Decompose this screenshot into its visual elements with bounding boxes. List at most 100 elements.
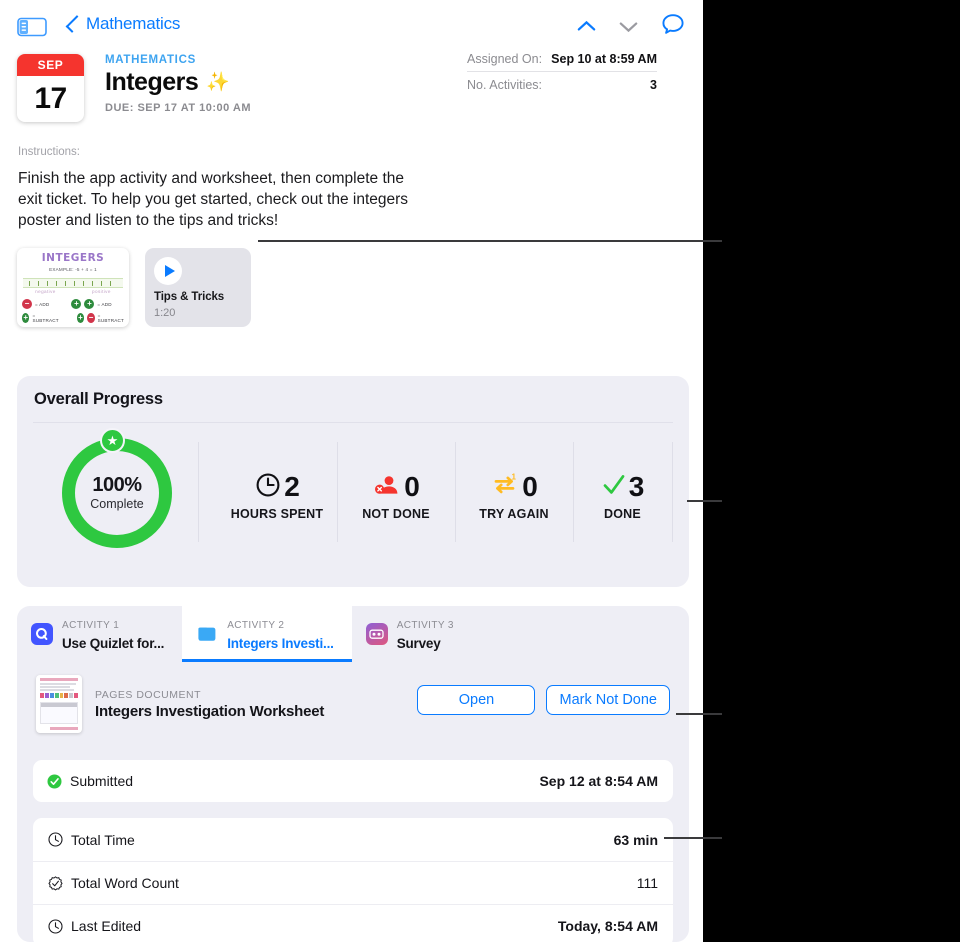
stat-value: 0 — [522, 471, 538, 502]
stat-label: NOT DONE — [362, 507, 430, 521]
tab-activity-3[interactable]: ACTIVITY 3 Survey — [352, 606, 472, 662]
stat-row-word-count: Total Word Count 111 — [33, 861, 673, 904]
poster-rule-text: = SUBTRACT — [97, 313, 124, 323]
stat-row-label: Total Time — [71, 831, 135, 848]
integers-poster-thumbnail[interactable]: INTEGERS EXAMPLE: -5 + 4 = 1 negative po… — [17, 248, 129, 327]
back-button-label: Mathematics — [86, 14, 181, 33]
submission-date: Sep 12 at 8:54 AM — [539, 773, 658, 789]
divider — [198, 442, 199, 542]
stat-label: DONE — [604, 507, 641, 521]
tab-activity-2[interactable]: ACTIVITY 2 Integers Investi... — [182, 606, 352, 662]
try-again-arrows-icon: 1 — [491, 472, 519, 503]
stat-row-value: 63 min — [613, 831, 658, 848]
checkmark-icon — [602, 472, 626, 503]
chevron-down-icon[interactable] — [619, 20, 638, 35]
stat-done: 3 DONE — [573, 471, 672, 521]
plus-chip-icon: + — [22, 313, 30, 323]
instructions-body: Finish the app activity and worksheet, t… — [18, 170, 409, 229]
chevron-up-icon[interactable] — [577, 20, 596, 35]
meta-value: 3 — [650, 78, 657, 92]
worksheet-thumbnail[interactable] — [36, 675, 82, 733]
stat-label: HOURS SPENT — [230, 507, 324, 521]
back-to-mathematics-button[interactable]: Mathematics — [65, 14, 181, 34]
poster-subheading: EXAMPLE: -5 + 4 = 1 — [49, 267, 97, 272]
due-date-badge: SEP 17 — [17, 54, 84, 122]
star-icon: ★ — [100, 428, 125, 453]
meta-key: No. Activities: — [467, 78, 543, 92]
callout-leader-line — [664, 837, 722, 839]
tab-label: Integers Investi... — [227, 636, 334, 651]
stat-not-done: 0 NOT DONE — [337, 471, 455, 521]
clock-icon — [48, 832, 63, 847]
poster-rule-text: = ADD — [35, 301, 50, 307]
clock-icon — [255, 472, 281, 503]
meta-row: Assigned On: Sep 10 at 8:59 AM — [467, 52, 657, 72]
poster-rule: + = SUBTRACT + − = SUBTRACT — [22, 311, 124, 325]
navbar-actions — [577, 13, 685, 41]
sparkles-icon: ✨ — [206, 72, 230, 93]
navigation-bar: Mathematics — [0, 0, 703, 47]
survey-app-icon — [365, 623, 388, 645]
screenshot-root: Mathematics SEP 17 MATHEMATICS Integers … — [0, 0, 960, 942]
tab-activity-1[interactable]: ACTIVITY 1 Use Quizlet for... — [17, 606, 182, 662]
plus-chip-icon: + — [76, 313, 85, 323]
comment-bubble-icon[interactable] — [661, 13, 685, 41]
submission-status-row: Submitted Sep 12 at 8:54 AM — [33, 760, 673, 802]
document-meta: PAGES DOCUMENT Integers Investigation Wo… — [95, 689, 324, 720]
poster-rules: − = ADD + + = ADD + = SUBTRACT + − = SUB… — [22, 297, 124, 325]
number-line-graphic — [23, 278, 123, 288]
stat-value: 0 — [404, 471, 420, 502]
open-button[interactable]: Open — [417, 685, 536, 715]
assignment-detail-view: Mathematics SEP 17 MATHEMATICS Integers … — [0, 0, 703, 942]
mark-not-done-button[interactable]: Mark Not Done — [546, 685, 670, 715]
divider — [672, 442, 673, 542]
callout-leader-line — [258, 240, 722, 242]
poster-rule-text: = ADD — [97, 301, 112, 307]
activity-stats-list: Total Time 63 min Total Word Count 111 L… — [33, 818, 673, 942]
document-kind-label: PAGES DOCUMENT — [95, 688, 201, 701]
poster-rule: − = ADD + + = ADD — [22, 297, 124, 311]
tips-and-tricks-video[interactable]: Tips & Tricks 1:20 — [145, 248, 251, 327]
tab-label: Use Quizlet for... — [62, 636, 165, 651]
subject-label: MATHEMATICS — [105, 54, 196, 66]
progress-ring: 100% Complete ★ — [62, 428, 172, 548]
activity-tabs: ACTIVITY 1 Use Quizlet for... ACTIVITY 2… — [17, 606, 689, 662]
tab-label: Survey — [396, 636, 441, 651]
document-actions: Open Mark Not Done — [417, 685, 670, 715]
stat-label: TRY AGAIN — [479, 507, 549, 521]
tab-kicker: ACTIVITY 3 — [396, 620, 454, 631]
meta-key: Assigned On: — [467, 52, 543, 66]
pages-document-icon — [196, 623, 219, 645]
stat-row-value: Today, 8:54 AM — [557, 918, 658, 934]
poster-sign-labels: negative positive — [17, 289, 129, 294]
meta-value: Sep 10 at 8:59 AM — [551, 52, 657, 66]
sidebar-icon[interactable] — [17, 16, 47, 38]
play-icon[interactable] — [154, 257, 182, 285]
stat-value: 3 — [628, 471, 645, 502]
document-title: Integers Investigation Worksheet — [95, 702, 325, 720]
progress-percent: 100% — [92, 474, 142, 496]
instructions-label: Instructions: — [18, 146, 80, 158]
minus-chip-icon: − — [87, 313, 95, 323]
stat-row-label: Total Word Count — [71, 875, 179, 891]
overall-progress-card: Overall Progress 100% Complete ★ 2 HOURS… — [17, 376, 689, 587]
poster-heading: INTEGERS — [41, 252, 105, 264]
attachments-row: INTEGERS EXAMPLE: -5 + 4 = 1 negative po… — [17, 248, 251, 327]
due-date-month: SEP — [17, 54, 84, 76]
plus-chip-icon: + — [71, 299, 82, 309]
page-title: Integers — [105, 68, 199, 96]
poster-positive-label: positive — [92, 289, 111, 294]
plus-chip-icon: + — [84, 299, 95, 309]
activities-card: ACTIVITY 1 Use Quizlet for... ACTIVITY 2… — [17, 606, 689, 942]
progress-percent-sub: Complete — [90, 497, 144, 511]
stat-hours-spent: 2 HOURS SPENT — [217, 471, 337, 521]
callout-leader-line — [687, 500, 722, 502]
video-duration: 1:20 — [154, 307, 176, 319]
progress-heading: Overall Progress — [34, 390, 163, 408]
chevron-left-icon — [65, 15, 84, 33]
stat-value: 2 — [284, 471, 300, 502]
svg-text:1: 1 — [512, 472, 517, 481]
due-date-label: DUE: SEP 17 AT 10:00 AM — [105, 102, 251, 114]
document-row: PAGES DOCUMENT Integers Investigation Wo… — [17, 662, 689, 746]
due-date-day: 17 — [34, 82, 67, 115]
